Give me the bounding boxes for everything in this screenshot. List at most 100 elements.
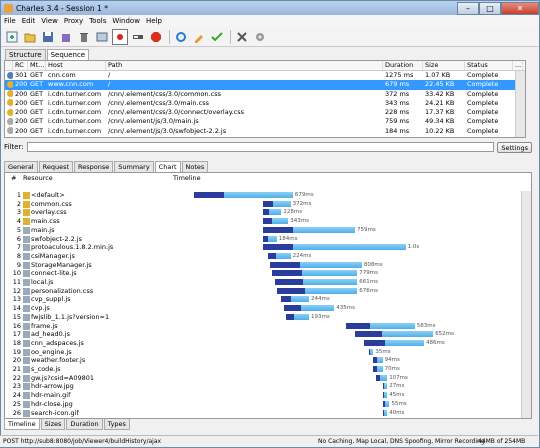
repeat-icon[interactable] [173, 29, 189, 45]
resource-name: fwjslib_1.1.js?version=1 [31, 312, 110, 321]
chart-row[interactable]: 18 cnn_adspaces.js 486ms [5, 339, 521, 347]
validate-icon[interactable] [209, 29, 225, 45]
tab-duration[interactable]: Duration [66, 419, 103, 430]
chart-scrollbar[interactable] [521, 191, 531, 418]
col-size[interactable]: Size [423, 61, 465, 70]
chart-row[interactable]: 25 hdr-close.jpg 55ms [5, 400, 521, 408]
chart-row[interactable]: 23 hdr-arrow.jpg 27ms [5, 382, 521, 391]
find-icon[interactable] [94, 29, 110, 45]
col-more[interactable]: ... [513, 61, 523, 70]
chart-row[interactable]: 12 personalization.css 676ms [5, 287, 521, 295]
resource-name: hdr-arrow.jpg [31, 382, 74, 391]
timeline-receive-bar [384, 383, 388, 390]
timeline-receive-bar [301, 270, 358, 277]
table-scrollbar[interactable] [515, 71, 525, 137]
chart-row[interactable]: 15 fwjslib_1.1.js?version=1 193ms [5, 313, 521, 321]
chart-row[interactable]: 1 <default> 679ms [5, 191, 521, 199]
table-row[interactable]: 200 GET i.cdn.turner.com/cnn/.element/js/3… [5, 117, 525, 126]
chart-row[interactable]: 7 protoaculous.1.8.2.min.js 1.0s [5, 243, 521, 252]
maximize-button[interactable]: □ [479, 1, 501, 15]
minimize-button[interactable]: – [457, 1, 479, 15]
chart-row[interactable]: 17 ad_head0.js 652ms [5, 330, 521, 339]
chart-row[interactable]: 5 main.js 759ms [5, 226, 521, 234]
resource-type-icon [23, 313, 30, 321]
record-icon[interactable] [112, 28, 128, 45]
chart-row[interactable]: 8 csiManager.js 224ms [5, 252, 521, 260]
table-row[interactable]: 200 GET i.cdn.turner.com/cnn/.element/css/… [5, 99, 525, 108]
chart-row[interactable]: 26 search-icon.gif 40ms [5, 409, 521, 417]
chart-row[interactable]: 13 cvp_suppl.js 244ms [5, 295, 521, 304]
tab-sizes[interactable]: Sizes [40, 419, 66, 430]
filter-input[interactable] [26, 142, 495, 152]
chart-row[interactable]: 10 connect-lite.js 779ms [5, 269, 521, 278]
open-icon[interactable] [22, 29, 38, 45]
menu-window[interactable]: Window [112, 17, 140, 25]
chart-row[interactable]: 19 oo_engine.js 35ms [5, 348, 521, 356]
chart-row[interactable]: 2 common.css 372ms [5, 200, 521, 208]
chart-row[interactable]: 4 main.css 343ms [5, 217, 521, 226]
resource-type-icon [23, 287, 30, 295]
close-button[interactable]: ✕ [501, 1, 539, 15]
table-row[interactable]: 301 GET cnn.com / 1275 ms 1.07 KB Complete [5, 71, 525, 80]
settings-button[interactable]: Settings [497, 141, 532, 153]
chart-row[interactable]: 9 StorageManager.js 808ms [5, 261, 521, 269]
chart-row[interactable]: 22 gw.js?csid=A09801 107ms [5, 374, 521, 382]
col-status[interactable]: Status [465, 61, 513, 70]
menu-file[interactable]: File [4, 17, 16, 25]
throttle-icon[interactable] [130, 29, 146, 45]
timeline-receive-bar [271, 218, 289, 225]
table-row[interactable]: 200 GET i.cdn.turner.com/cnn/.element/css/… [5, 90, 525, 99]
cell-rc: 200 [15, 98, 28, 107]
timeline-duration-label: 1.0s [407, 244, 420, 251]
col-host[interactable]: Host [46, 61, 106, 70]
menu-proxy[interactable]: Proxy [64, 17, 83, 25]
col-path[interactable]: Path [106, 61, 383, 70]
chart-row[interactable]: 20 weather.footer.js 94ms [5, 356, 521, 365]
tab-general[interactable]: General [4, 161, 38, 172]
cell-path: /cnn/.element/js/3.0/main.js [108, 117, 199, 126]
timeline-receive-bar [275, 252, 291, 259]
chart-row[interactable]: 11 local.js 661ms [5, 278, 521, 286]
tools-icon[interactable] [234, 29, 250, 45]
tab-types[interactable]: Types [103, 419, 130, 430]
trash-icon[interactable] [76, 29, 92, 45]
tab-sequence[interactable]: Sequence [46, 49, 90, 60]
timeline-duration-label: 435ms [336, 305, 356, 312]
resource-name: overlay.css [31, 208, 67, 217]
col-duration[interactable]: Duration [383, 61, 423, 70]
new-session-icon[interactable] [4, 29, 20, 45]
menu-view[interactable]: View [41, 17, 58, 25]
chart-row[interactable]: 14 cvp.js 435ms [5, 304, 521, 313]
breakpoint-icon[interactable] [148, 29, 164, 45]
chart-row[interactable]: 16 frame.js 583ms [5, 322, 521, 330]
timeline-receive-bar [301, 305, 335, 312]
tab-notes[interactable]: Notes [181, 161, 209, 172]
edit-icon[interactable] [191, 29, 207, 45]
save-icon[interactable] [40, 29, 56, 45]
tab-chart[interactable]: Chart [154, 161, 181, 172]
table-row[interactable]: 200 GET i.cdn.turner.com/cnn/.element/css/… [5, 108, 525, 117]
col-rc[interactable]: RC [13, 61, 28, 70]
table-row[interactable]: 200 GET www.cnn.com / 679 ms 22.45 KB Complete [5, 80, 525, 90]
table-row[interactable]: 200 GET i.cdn.turner.com/cnn/.element/js/3… [5, 127, 525, 136]
row-number: 9 [16, 260, 21, 269]
tab-request[interactable]: Request [38, 161, 74, 172]
timeline-duration-label: 661ms [359, 279, 379, 285]
menu-help[interactable]: Help [146, 17, 162, 25]
tab-timeline[interactable]: Timeline [4, 419, 40, 430]
resource-name: protoaculous.1.8.2.min.js [31, 243, 114, 252]
chart-row[interactable]: 24 hdr-main.gif 45ms [5, 391, 521, 400]
chart-row[interactable]: 6 swfobject-2.2.js 184ms [5, 235, 521, 243]
row-number: 18 [12, 338, 21, 347]
tab-structure[interactable]: Structure [5, 49, 46, 60]
clear-icon[interactable] [58, 29, 74, 45]
settings-icon[interactable] [252, 29, 268, 45]
cell-status: Complete [467, 89, 499, 98]
menu-edit[interactable]: Edit [22, 17, 36, 25]
chart-row[interactable]: 21 s_code.js 70ms [5, 365, 521, 373]
tab-response[interactable]: Response [74, 161, 114, 172]
menu-tools[interactable]: Tools [89, 17, 106, 25]
tab-summary[interactable]: Summary [114, 161, 154, 172]
chart-row[interactable]: 3 overlay.css 228ms [5, 208, 521, 217]
col-method[interactable]: Mt... [28, 61, 46, 70]
